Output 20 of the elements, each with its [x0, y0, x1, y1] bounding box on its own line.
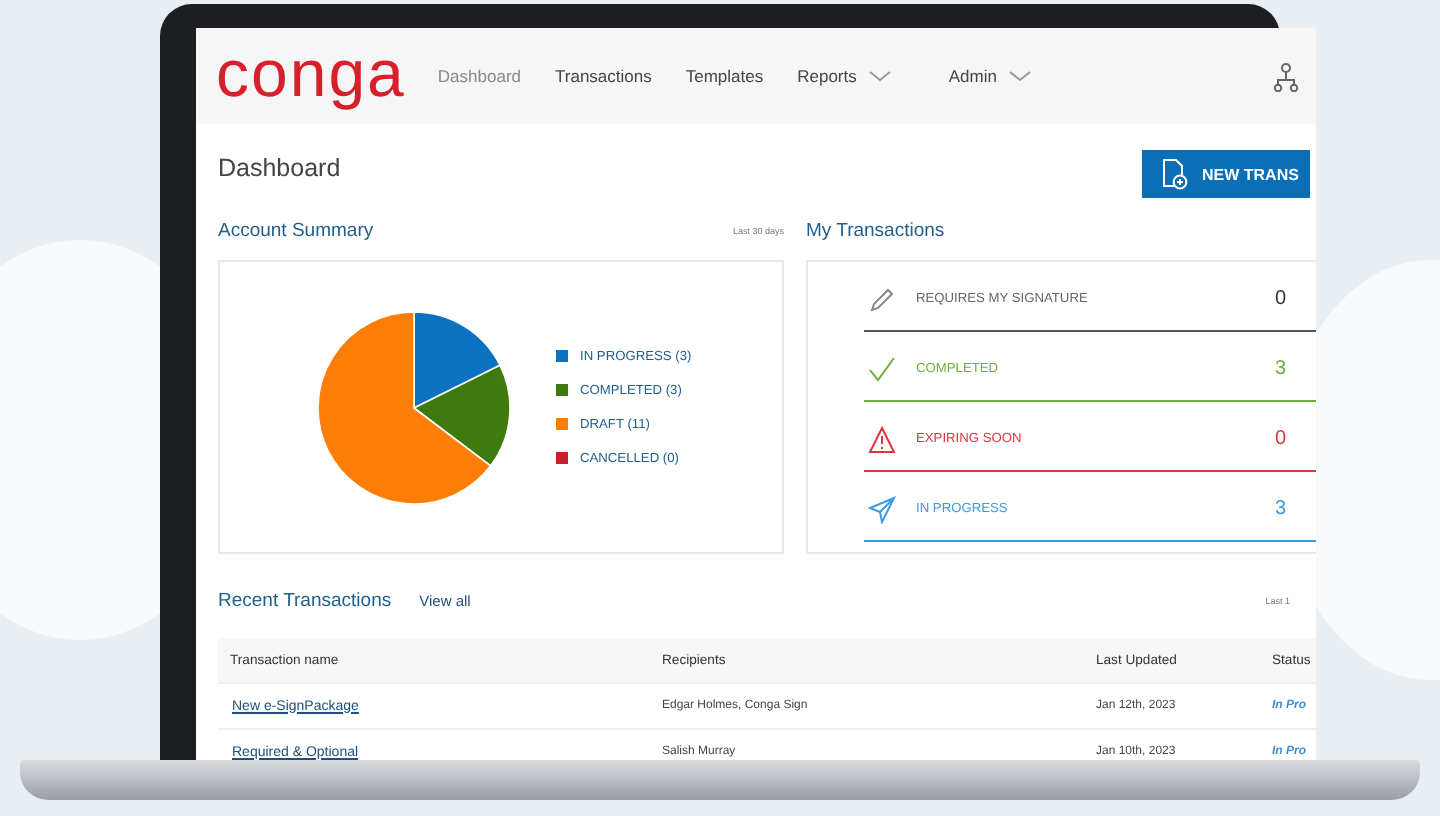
nav-link[interactable]: Reports — [797, 66, 893, 86]
section-title: Account Summary — [218, 219, 374, 241]
warning-icon — [868, 425, 896, 453]
status-count: 3 — [1274, 358, 1286, 380]
page-title: Dashboard — [218, 154, 341, 182]
status-count: 0 — [1274, 288, 1286, 310]
document-add-icon — [1160, 158, 1188, 190]
paper-plane-icon — [868, 495, 896, 523]
status-count: 3 — [1274, 498, 1286, 520]
nav-link[interactable]: Templates — [685, 66, 764, 86]
section-title: Recent Transactions — [218, 589, 392, 611]
section-title: My Transactions — [806, 219, 945, 241]
nav-link[interactable]: Admin — [948, 66, 1033, 86]
status-count: 0 — [1274, 428, 1286, 450]
new-transaction-button[interactable]: NEW TRANS — [1142, 150, 1310, 198]
org-chart-icon — [1272, 61, 1300, 91]
nav-link[interactable]: Transactions — [555, 66, 652, 86]
checkmark-icon — [868, 355, 896, 383]
conga-logo: conga — [216, 39, 406, 113]
pencil-icon — [868, 285, 896, 313]
